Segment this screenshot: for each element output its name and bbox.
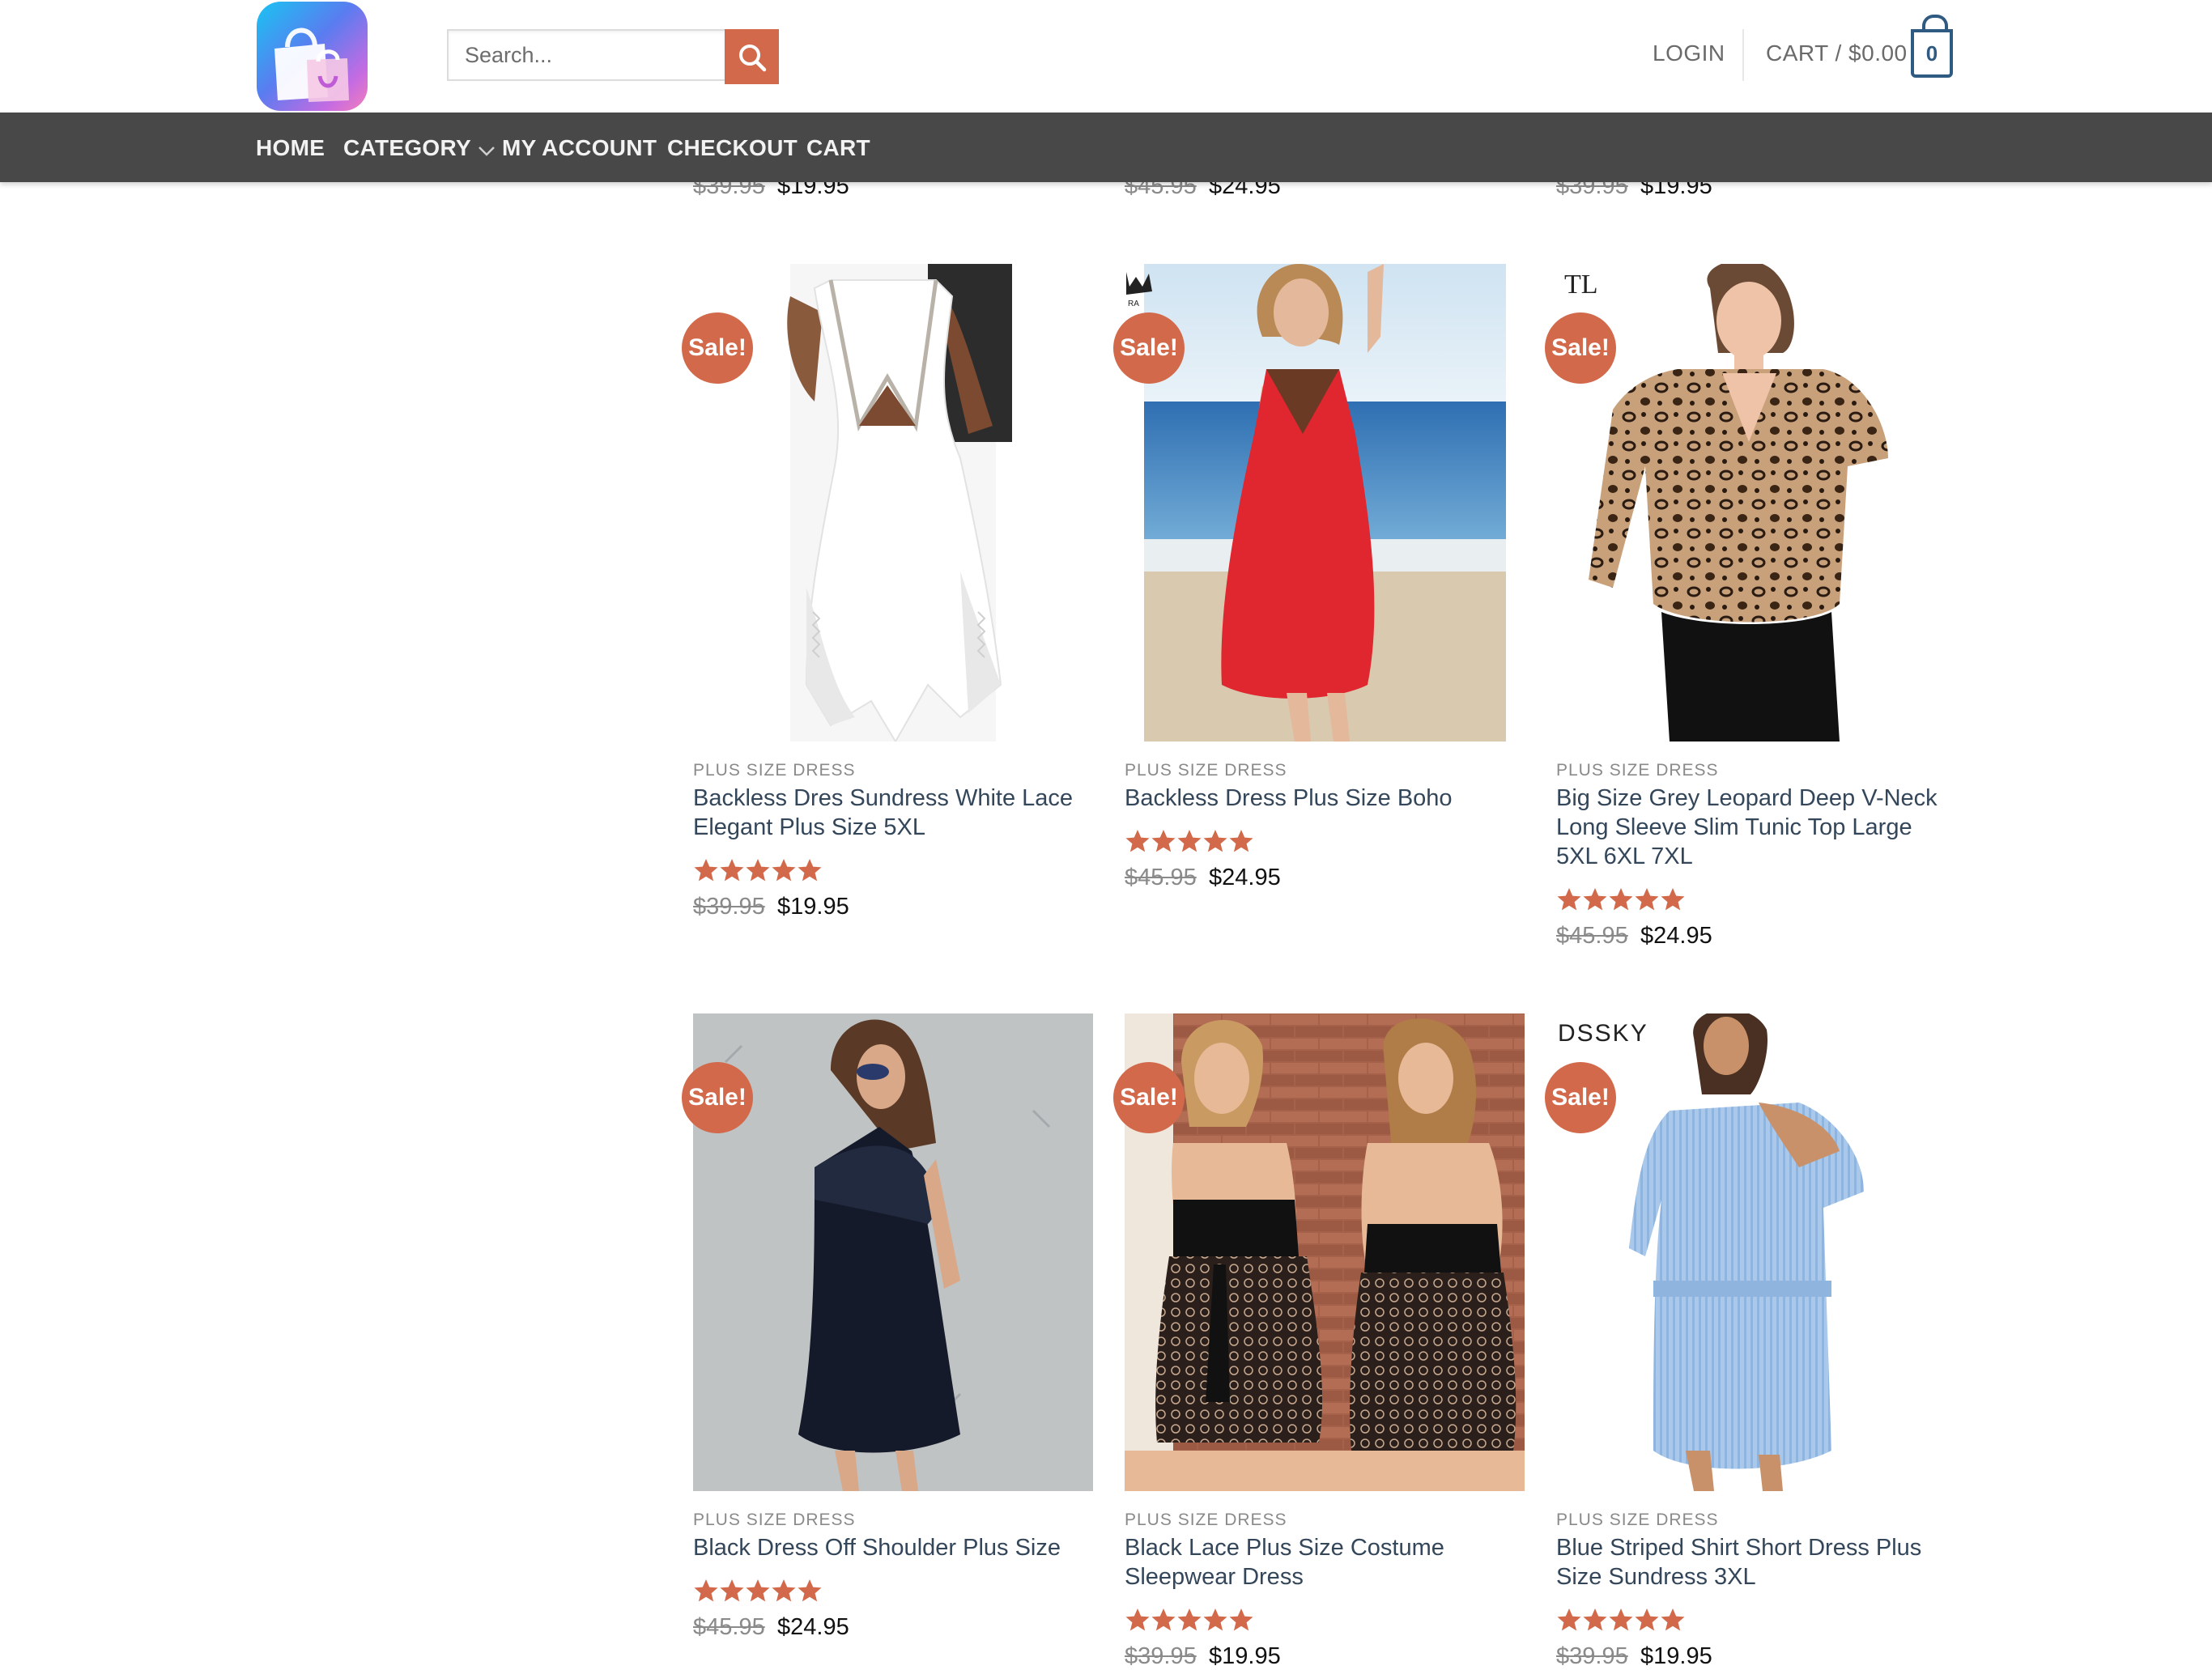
nav-item-label: HOME — [256, 135, 325, 160]
black-ruffle-dress-photo — [693, 1013, 1093, 1491]
sale-badge: Sale! — [1113, 312, 1185, 384]
black-lace-sleepwear-photo — [1125, 1013, 1525, 1491]
product-image[interactable] — [1125, 1013, 1525, 1491]
header-divider — [1742, 29, 1744, 81]
cart-link[interactable]: CART / $0.00 — [1766, 40, 1908, 66]
product-category[interactable]: PLUS SIZE DRESS — [693, 1511, 856, 1530]
product-category[interactable]: PLUS SIZE DRESS — [1556, 761, 1719, 780]
sale-badge: Sale! — [1545, 312, 1616, 384]
old-price: $45.95 — [693, 1614, 765, 1640]
leopard-tunic-top-photo: TL — [1564, 264, 1888, 742]
product-title[interactable]: Backless Dres Sundress White Lace Elegan… — [693, 784, 1093, 842]
red-boho-dress-beach-photo: RA — [1126, 264, 1506, 742]
main-nav: HOME CATEGORY MY ACCOUNT CHECKOUT CART — [0, 113, 2212, 182]
star-rating — [693, 1579, 823, 1606]
search-icon — [739, 45, 767, 72]
sale-badge: Sale! — [1545, 1062, 1616, 1133]
site-header: LOGIN CART / $0.00 0 — [0, 0, 2212, 113]
product-title[interactable]: Big Size Grey Leopard Deep V-Neck Long S… — [1556, 784, 1956, 871]
product-category[interactable]: PLUS SIZE DRESS — [1556, 1511, 1719, 1530]
product-image[interactable]: TL — [1556, 264, 1956, 742]
blue-striped-shirt-dress-photo: DSSKY — [1558, 1013, 1864, 1491]
star-rating — [1556, 887, 1686, 915]
nav-item-my-account[interactable]: MY ACCOUNT — [502, 135, 657, 161]
product-card[interactable]: RA Sale! PLUS SIZE DRESS Backless Dress … — [1113, 264, 1525, 911]
nav-item-category[interactable]: CATEGORY — [343, 135, 496, 163]
star-rating — [1125, 829, 1254, 856]
old-price: $39.95 — [693, 894, 765, 920]
svg-text:TL: TL — [1564, 270, 1598, 300]
search-input[interactable] — [447, 29, 725, 81]
sale-price: $24.95 — [1640, 923, 1712, 949]
star-rating — [693, 858, 823, 886]
old-price: $45.95 — [1556, 923, 1628, 949]
old-price: $39.95 — [1125, 1643, 1197, 1669]
product-category[interactable]: PLUS SIZE DRESS — [1125, 1511, 1287, 1530]
nav-item-checkout[interactable]: CHECKOUT — [667, 135, 798, 161]
product-category[interactable]: PLUS SIZE DRESS — [693, 761, 856, 780]
old-price: $39.95 — [1556, 1643, 1628, 1669]
shopping-bag-logo[interactable] — [257, 2, 368, 111]
sale-badge: Sale! — [682, 312, 753, 384]
product-image[interactable]: RA — [1125, 264, 1525, 742]
product-card[interactable]: Sale! PLUS SIZE DRESS Backless Dres Sund… — [682, 264, 1093, 920]
svg-text:DSSKY: DSSKY — [1558, 1020, 1648, 1047]
old-price: $45.95 — [1125, 865, 1197, 890]
product-title[interactable]: Black Lace Plus Size Costume Sleepwear D… — [1125, 1533, 1525, 1591]
nav-item-label: CATEGORY — [343, 135, 471, 160]
cart-count-badge[interactable]: 0 — [1911, 15, 1953, 78]
product-title[interactable]: Blue Striped Shirt Short Dress Plus Size… — [1556, 1533, 1956, 1591]
star-rating — [1556, 1608, 1686, 1635]
nav-item-label: MY ACCOUNT — [502, 135, 657, 160]
sale-price: $24.95 — [1209, 865, 1281, 890]
product-title[interactable]: Black Dress Off Shoulder Plus Size — [693, 1533, 1093, 1562]
star-rating — [1125, 1608, 1254, 1635]
sale-price: $19.95 — [1640, 1643, 1712, 1669]
product-category[interactable]: PLUS SIZE DRESS — [1125, 761, 1287, 780]
sale-price: $24.95 — [777, 1614, 849, 1640]
product-card[interactable]: Sale! PLUS SIZE DRESS Black Dress Off Sh… — [682, 1013, 1093, 1658]
product-image[interactable]: DSSKY — [1556, 1013, 1956, 1491]
white-lace-backless-dress-photo — [787, 264, 1012, 742]
nav-item-cart[interactable]: CART — [806, 135, 870, 161]
search-form — [447, 29, 779, 84]
product-card[interactable]: TL Sale! PLUS SIZE DRESS Big Size Grey L… — [1545, 264, 1956, 949]
product-card[interactable]: Sale! PLUS SIZE DRESS Black Lace Plus Si… — [1113, 1013, 1525, 1669]
sale-price: $19.95 — [777, 894, 849, 920]
product-image[interactable] — [693, 1013, 1093, 1491]
nav-item-home[interactable]: HOME — [256, 135, 325, 161]
sale-badge: Sale! — [682, 1062, 753, 1133]
search-button[interactable] — [725, 29, 779, 84]
login-link[interactable]: LOGIN — [1653, 40, 1725, 66]
sale-price: $19.95 — [1209, 1643, 1281, 1669]
product-title[interactable]: Backless Dress Plus Size Boho — [1125, 784, 1525, 813]
chevron-down-icon — [478, 137, 496, 163]
product-card[interactable]: DSSKY Sale! PLUS SIZE DRESS Blue Striped… — [1545, 1013, 1956, 1669]
product-image[interactable] — [693, 264, 1093, 742]
sale-badge: Sale! — [1113, 1062, 1185, 1133]
nav-item-label: CHECKOUT — [667, 135, 798, 160]
nav-item-label: CART — [806, 135, 870, 160]
svg-text:RA: RA — [1128, 300, 1139, 308]
